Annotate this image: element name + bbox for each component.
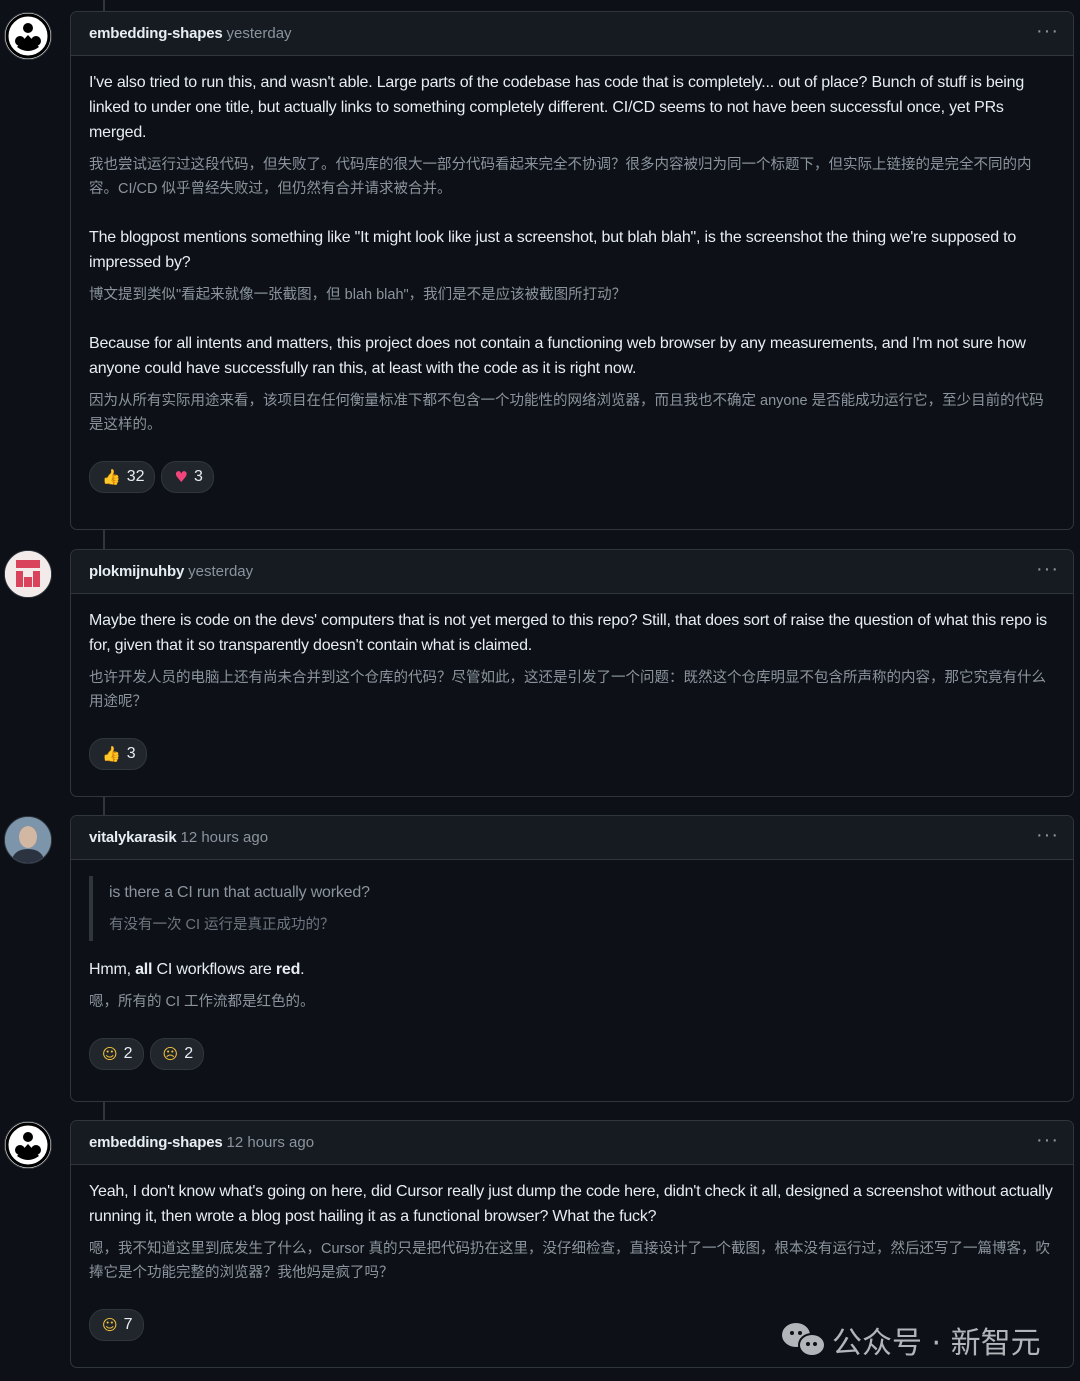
bold-text: red bbox=[275, 961, 301, 978]
paragraph-translation: 因为从所有实际用途来看，该项目在任何衡量标准下都不包含一个功能性的网络浏览器，而… bbox=[89, 393, 1044, 433]
comment-timestamp[interactable]: yesterday bbox=[227, 25, 292, 42]
blockquote: is there a CI run that actually worked? … bbox=[89, 876, 1055, 941]
paragraph-translation: 我也尝试运行过这段代码，但失败了。代码库的很大一部分代码看起来完全不协调？很多内… bbox=[89, 157, 1032, 197]
paragraph-translation: 嗯，所有的 CI 工作流都是红色的。 bbox=[89, 994, 315, 1010]
comment-body: Yeah, I don't know what's going on here,… bbox=[71, 1165, 1073, 1341]
more-options-icon[interactable]: ··· bbox=[1036, 1129, 1059, 1152]
comment-box: vitalykarasik 12 hours ago ··· is there … bbox=[70, 815, 1074, 1102]
comment-timestamp[interactable]: 12 hours ago bbox=[227, 1134, 315, 1151]
paragraph: Because for all intents and matters, thi… bbox=[89, 331, 1055, 437]
more-options-icon[interactable]: ··· bbox=[1036, 558, 1059, 581]
comment-header: plokmijnuhby yesterday ··· bbox=[71, 550, 1073, 594]
heart-icon: ♥ bbox=[174, 468, 188, 486]
comment-box: embedding-shapes yesterday ··· I've also… bbox=[70, 11, 1074, 530]
reaction-thumbs-up[interactable]: 👍 32 bbox=[89, 461, 156, 493]
comment-header: vitalykarasik 12 hours ago ··· bbox=[71, 816, 1073, 860]
more-options-icon[interactable]: ··· bbox=[1036, 824, 1059, 847]
wechat-watermark: 公众号 · 新智元 bbox=[782, 1318, 1041, 1362]
reaction-heart[interactable]: ♥ 3 bbox=[161, 461, 214, 493]
timeline-connector bbox=[103, 796, 105, 816]
paragraph-translation: 博文提到类似"看起来就像一张截图，但 blah blah"，我们是不是应该被截图… bbox=[89, 287, 627, 303]
confused-icon: ☹ bbox=[162, 1045, 179, 1063]
paragraph-text: I've also tried to run this, and wasn't … bbox=[89, 74, 1025, 141]
paragraph-translation: 嗯，我不知道这里到底发生了什么，Cursor 真的只是把代码扔在这里，没仔细检查… bbox=[89, 1241, 1051, 1281]
timeline-connector bbox=[103, 529, 105, 550]
quote-translation: 有没有一次 CI 运行是真正成功的？ bbox=[109, 917, 335, 933]
comment-author[interactable]: vitalykarasik bbox=[89, 829, 177, 846]
paragraph-text: Because for all intents and matters, thi… bbox=[89, 335, 1026, 377]
bold-text: all bbox=[135, 961, 153, 978]
paragraph-text: Yeah, I don't know what's going on here,… bbox=[89, 1183, 1053, 1225]
comment-timestamp[interactable]: yesterday bbox=[188, 563, 253, 580]
reaction-count: 3 bbox=[193, 468, 203, 485]
more-options-icon[interactable]: ··· bbox=[1036, 20, 1059, 43]
paragraph: Maybe there is code on the devs' compute… bbox=[89, 608, 1055, 714]
wechat-icon bbox=[782, 1323, 826, 1357]
paragraph-text: Hmm, all CI workflows are red. bbox=[89, 957, 1055, 982]
laugh-icon: ☺ bbox=[102, 1045, 118, 1063]
thumbs-up-icon: 👍 bbox=[102, 468, 121, 486]
circle-dots-avatar-icon[interactable] bbox=[4, 12, 52, 60]
comment-header: embedding-shapes yesterday ··· bbox=[71, 12, 1073, 56]
watermark-text: 公众号 · 新智元 bbox=[832, 1326, 1041, 1361]
paragraph-text: Maybe there is code on the devs' compute… bbox=[89, 612, 1047, 654]
text-span: Hmm, bbox=[89, 961, 136, 978]
reaction-thumbs-up[interactable]: 👍 3 bbox=[89, 738, 147, 770]
comment-author[interactable]: plokmijnuhby bbox=[89, 563, 184, 580]
paragraph-translation: 也许开发人员的电脑上还有尚未合并到这个仓库的代码？尽管如此，这还是引发了一个问题… bbox=[89, 670, 1046, 710]
comment-body: Maybe there is code on the devs' compute… bbox=[71, 594, 1073, 770]
timeline-connector bbox=[103, 1100, 105, 1121]
reaction-count: 2 bbox=[184, 1045, 194, 1062]
text-span: CI workflows are bbox=[152, 961, 276, 978]
reaction-count: 7 bbox=[123, 1316, 133, 1333]
comment-box: plokmijnuhby yesterday ··· Maybe there i… bbox=[70, 549, 1074, 797]
comment-author[interactable]: embedding-shapes bbox=[89, 25, 223, 42]
reaction-count: 32 bbox=[126, 468, 145, 485]
paragraph: I've also tried to run this, and wasn't … bbox=[89, 70, 1055, 201]
reaction-laugh[interactable]: ☺ 2 bbox=[89, 1038, 144, 1070]
comment-header: embedding-shapes 12 hours ago ··· bbox=[71, 1121, 1073, 1165]
comment-body: I've also tried to run this, and wasn't … bbox=[71, 56, 1073, 493]
paragraph: The blogpost mentions something like "It… bbox=[89, 225, 1055, 307]
circle-dots-avatar-icon[interactable] bbox=[4, 1121, 52, 1169]
paragraph: Yeah, I don't know what's going on here,… bbox=[89, 1179, 1055, 1285]
quote-text: is there a CI run that actually worked? bbox=[109, 884, 370, 901]
user-photo-avatar-icon[interactable] bbox=[4, 816, 52, 864]
comment-timestamp[interactable]: 12 hours ago bbox=[180, 829, 268, 846]
reaction-laugh[interactable]: ☺ 7 bbox=[89, 1309, 144, 1341]
paragraph-text: The blogpost mentions something like "It… bbox=[89, 229, 1017, 271]
laugh-icon: ☺ bbox=[102, 1316, 118, 1334]
pixel-identicon-avatar-icon[interactable] bbox=[4, 550, 52, 598]
thumbs-up-icon: 👍 bbox=[102, 745, 121, 763]
reactions-bar: 👍 32 ♥ 3 bbox=[89, 461, 1055, 493]
reactions-bar: ☺ 2 ☹ 2 bbox=[89, 1038, 1055, 1070]
paragraph: Hmm, all CI workflows are red. 嗯，所有的 CI … bbox=[89, 957, 1055, 1014]
comment-body: is there a CI run that actually worked? … bbox=[71, 860, 1073, 1070]
reaction-confused[interactable]: ☹ 2 bbox=[149, 1038, 205, 1070]
reaction-count: 3 bbox=[126, 745, 136, 762]
reaction-count: 2 bbox=[123, 1045, 133, 1062]
text-span: . bbox=[300, 961, 305, 978]
reactions-bar: 👍 3 bbox=[89, 738, 1055, 770]
comment-author[interactable]: embedding-shapes bbox=[89, 1134, 223, 1151]
